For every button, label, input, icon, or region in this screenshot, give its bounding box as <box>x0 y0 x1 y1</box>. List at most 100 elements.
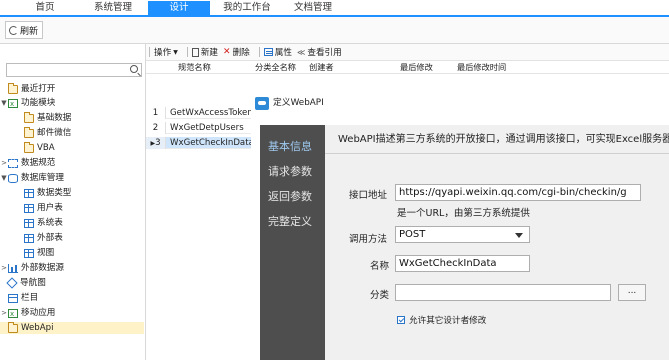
browse-button[interactable]: ... <box>618 284 646 301</box>
column-header-last-modified-by[interactable]: 最后修改 <box>400 61 433 73</box>
tree-item-data-types[interactable]: 数据类型 <box>16 187 71 199</box>
tree-item-data-specs[interactable]: > 数据规范 <box>0 157 55 169</box>
tree-item-external-datasources[interactable]: > 外部数据源 <box>0 262 64 274</box>
row-number: 2 <box>146 122 166 134</box>
chevron-down-icon: ▼ <box>173 48 178 56</box>
tree-item-basic-data[interactable]: 基础数据 <box>16 111 71 124</box>
menu-document-management[interactable]: 文档管理 <box>282 1 344 15</box>
tree-item-views[interactable]: 视图 <box>16 247 54 259</box>
folder-icon <box>24 126 34 138</box>
share-icon: ≪ <box>296 47 306 57</box>
method-select[interactable]: POST <box>395 226 530 243</box>
datasource-icon <box>8 263 18 273</box>
tree-item-user-tables[interactable]: 用户表 <box>16 202 63 214</box>
property-icon <box>263 48 273 56</box>
allow-edit-label: 允许其它设计者修改 <box>409 316 487 326</box>
tree-item-navigation-map[interactable]: 导航图 <box>0 277 46 289</box>
tree-item-external-tables[interactable]: 外部表 <box>16 232 63 244</box>
folder-icon <box>24 111 34 123</box>
menu-system-management[interactable]: 系统管理 <box>82 1 144 15</box>
tree-item-mail-wechat[interactable]: 邮件微信 <box>16 126 71 139</box>
tree-item-recent[interactable]: 最近打开 <box>0 82 55 95</box>
refresh-icon <box>9 25 18 35</box>
divider <box>325 153 669 154</box>
category-field[interactable] <box>395 284 611 301</box>
tree-item-function-modules[interactable]: ▼功能模块 <box>0 97 55 110</box>
toolbar-separator <box>258 47 260 57</box>
chevron-right-icon[interactable]: > <box>0 307 8 319</box>
table-row[interactable]: WxGetDetpUsers <box>166 122 251 134</box>
tab-full-definition[interactable]: 完整定义 <box>268 215 312 229</box>
menu-home[interactable]: 首页 <box>22 1 68 15</box>
app-logo-icon <box>255 97 269 110</box>
toolbar-separator <box>149 47 150 57</box>
refresh-label: 刷新 <box>20 26 39 37</box>
table-icon <box>24 218 34 228</box>
tree-item-database-management[interactable]: ▼ 数据库管理 <box>0 172 64 184</box>
top-menu-bar: 首页 系统管理 设计 我的工作台 文档管理 <box>0 0 669 15</box>
new-button[interactable]: 新建 <box>191 46 218 58</box>
category-label: 分类 <box>370 290 390 301</box>
delete-icon: ✕ <box>223 47 231 57</box>
column-header-category[interactable]: 分类全名称 <box>255 61 296 73</box>
tree-item-columns[interactable]: 栏目 <box>0 292 38 304</box>
table-row-selected[interactable]: WxGetCheckInData <box>166 137 251 149</box>
tree-item-vba[interactable]: VBA <box>16 141 55 154</box>
row-number: 1 <box>146 107 166 119</box>
tab-request-params[interactable]: 请求参数 <box>268 165 312 179</box>
main-toolbar: 刷新 <box>0 17 669 44</box>
table-row[interactable]: GetWxAccessToken <box>166 107 251 119</box>
tab-return-params[interactable]: 返回参数 <box>268 190 312 204</box>
tree-item-system-tables[interactable]: 系统表 <box>16 217 63 229</box>
operate-menu-button[interactable]: 操作 ▼ <box>154 46 178 58</box>
list-toolbar: 操作 ▼ 新建 ✕ 删除 属性 ≪ 查看引用 <box>146 44 669 61</box>
column-header-last-modified-time[interactable]: 最后修改时间 <box>457 61 506 73</box>
chevron-down-icon <box>515 233 523 238</box>
chevron-right-icon[interactable]: > <box>0 157 8 169</box>
new-document-icon <box>191 47 199 57</box>
column-header-spec-name[interactable]: 规范名称 <box>178 61 211 73</box>
toolbar-separator <box>186 47 188 57</box>
search-icon[interactable] <box>130 65 138 73</box>
table-icon <box>24 188 34 198</box>
checkbox-checked-icon[interactable] <box>397 316 405 324</box>
folder-icon <box>8 321 18 333</box>
search-input[interactable] <box>6 63 142 77</box>
dialog-sidebar <box>260 125 325 360</box>
chevron-down-icon[interactable]: ▼ <box>0 97 8 109</box>
view-references-button[interactable]: ≪ 查看引用 <box>296 46 342 59</box>
view-icon <box>24 248 34 258</box>
property-button[interactable]: 属性 <box>263 46 292 58</box>
name-label: 名称 <box>370 261 390 272</box>
column-icon <box>8 293 18 303</box>
allow-edit-checkbox[interactable]: 允许其它设计者修改 <box>397 314 486 326</box>
url-field[interactable]: https://qyapi.weixin.qq.com/cgi-bin/chec… <box>395 184 641 201</box>
module-icon <box>8 98 18 110</box>
grid-header: 规范名称 分类全名称 创建者 最后修改 最后修改时间 <box>146 61 669 74</box>
dialog-description: WebAPI描述第三方系统的开放接口，通过调用该接口，可实现Excel服务器 <box>338 134 669 145</box>
column-header-creator[interactable]: 创建者 <box>309 61 334 73</box>
chevron-right-icon[interactable]: > <box>0 262 8 274</box>
database-icon <box>8 173 18 183</box>
url-hint: 是一个URL，由第三方系统提供 <box>397 208 530 219</box>
name-field[interactable]: WxGetCheckInData <box>395 255 530 272</box>
delete-button[interactable]: ✕ 删除 <box>223 46 250 58</box>
url-label: 接口地址 <box>349 190 388 201</box>
folder-icon <box>8 82 18 94</box>
chevron-down-icon[interactable]: ▼ <box>0 172 8 184</box>
navigation-icon <box>6 277 18 289</box>
spec-icon <box>8 158 18 168</box>
tree-item-mobile-apps[interactable]: >移动应用 <box>0 307 55 320</box>
method-label: 调用方法 <box>349 234 388 245</box>
tab-basic-info[interactable]: 基本信息 <box>268 140 312 154</box>
refresh-button[interactable]: 刷新 <box>5 21 44 39</box>
dialog-title: 定义WebAPI <box>273 98 324 108</box>
menu-my-workbench[interactable]: 我的工作台 <box>216 1 278 15</box>
folder-icon <box>24 141 34 153</box>
dialog-title-bar: 定义WebAPI <box>252 96 669 111</box>
menu-design[interactable]: 设计 <box>148 1 210 15</box>
row-number-selected: ▶3 <box>146 137 166 149</box>
table-icon <box>24 233 34 243</box>
mobile-icon <box>8 308 18 320</box>
tree-item-webapi[interactable]: WebApi <box>0 321 144 334</box>
